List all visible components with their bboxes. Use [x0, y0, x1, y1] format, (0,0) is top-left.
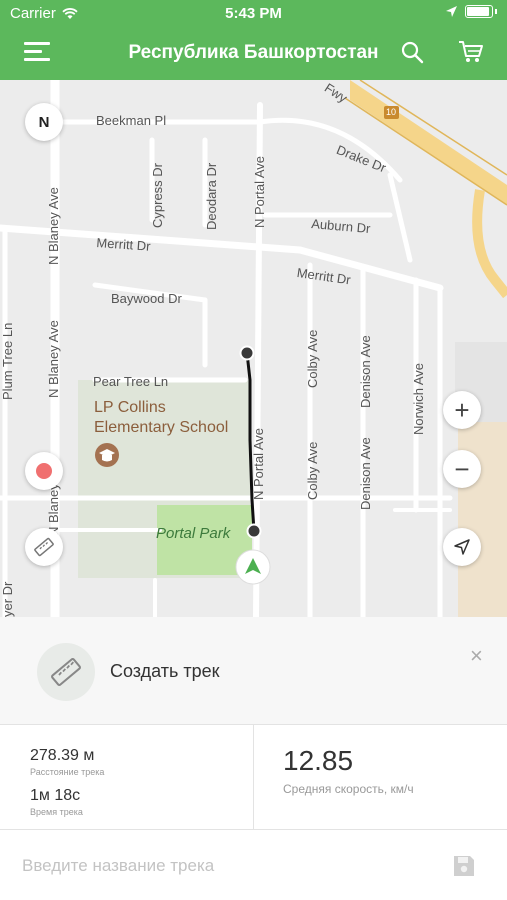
zoom-out-button[interactable]: − [443, 450, 481, 488]
distance-caption: Расстояние трека [30, 767, 105, 777]
park-label: Portal Park [156, 525, 231, 542]
street-label: yer Dr [0, 581, 15, 617]
stats-divider [253, 725, 254, 830]
record-dot-icon [36, 463, 52, 479]
street-label: N Portal Ave [252, 155, 267, 228]
compass-letter: N [38, 113, 50, 131]
navigation-arrow-icon [454, 539, 470, 555]
street-label: Baywood Dr [111, 291, 182, 306]
street-label: N Blaney Ave [46, 187, 61, 265]
street-label: Denison Ave [358, 335, 373, 408]
street-label: Norwich Ave [411, 362, 426, 435]
cart-icon[interactable] [458, 40, 484, 64]
street-label: Cypress Dr [150, 162, 165, 228]
time-value: 1м 18с [30, 787, 81, 804]
plus-icon: + [454, 394, 470, 425]
street-label: Colby Ave [305, 329, 320, 388]
compass-button[interactable]: N [25, 103, 63, 141]
battery-cap [495, 9, 497, 14]
close-icon[interactable]: × [470, 643, 483, 669]
nav-bar: Республика Башкортостан [0, 28, 507, 80]
my-location-button[interactable] [443, 528, 481, 566]
ruler-button[interactable] [25, 528, 63, 566]
ruler-icon [51, 658, 81, 686]
ruler-icon-circle[interactable] [37, 643, 95, 701]
status-right [446, 5, 497, 18]
create-track-panel: Создать трек × [0, 617, 507, 725]
street-label: Pear Tree Ln [93, 374, 169, 389]
minus-icon: − [454, 453, 470, 484]
highway-shield-label: 10 [386, 107, 397, 117]
page-title: Республика Башкортостан [128, 42, 379, 63]
zoom-in-button[interactable]: + [443, 391, 481, 429]
school-label-line1: LP Collins [94, 399, 166, 416]
save-icon[interactable] [452, 854, 476, 878]
street-label: Colby Ave [305, 441, 320, 500]
street-label: Denison Ave [358, 437, 373, 510]
status-bar: Carrier 5:43 PM [0, 0, 507, 28]
create-track-label[interactable]: Создать трек [110, 661, 220, 682]
street-label: N Portal Ave [251, 427, 266, 500]
location-arrow-icon [446, 6, 457, 17]
street-label: Deodara Dr [204, 162, 219, 230]
speed-value: 12.85 [283, 745, 354, 776]
time-caption: Время трека [30, 807, 83, 817]
school-label: LP Collins Elementary School [94, 398, 228, 438]
school-label-line2: Elementary School [94, 419, 229, 436]
speed-caption: Средняя скорость, км/ч [283, 782, 414, 796]
distance-value: 278.39 м [30, 747, 95, 764]
ruler-icon [34, 537, 54, 557]
street-label: N Blaney Ave [46, 320, 61, 398]
street-label: Beekman Pl [96, 113, 167, 128]
track-name-input[interactable] [20, 854, 420, 878]
track-name-row [0, 830, 507, 900]
search-icon[interactable] [400, 40, 424, 64]
map-view[interactable]: Beekman Pl Drake Dr Fwy 10 Cypress Dr De… [0, 80, 507, 617]
track-stats: 278.39 м Расстояние трека 1м 18с Время т… [0, 725, 507, 830]
record-button[interactable] [25, 452, 63, 490]
clock: 5:43 PM [225, 5, 282, 22]
battery-icon [465, 5, 493, 18]
street-label: Plum Tree Ln [0, 322, 15, 400]
